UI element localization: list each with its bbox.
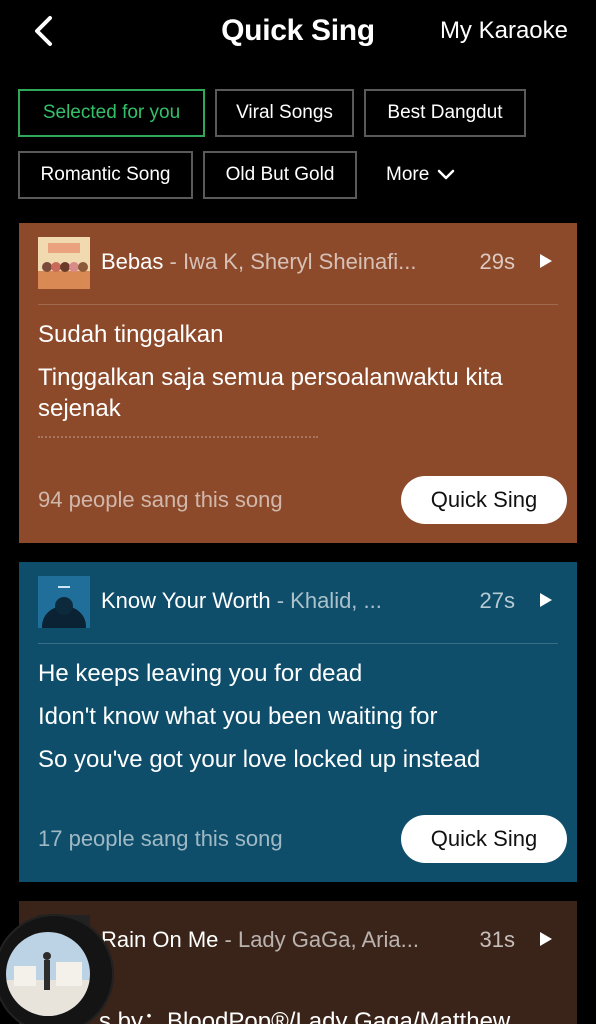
song-info: Rain On Me - Lady GaGa, Aria... bbox=[101, 927, 461, 953]
song-artist: Iwa K, Sheryl Sheinafi... bbox=[182, 249, 417, 274]
chip-selected-for-you[interactable]: Selected for you bbox=[18, 89, 205, 137]
song-artist-sep: - bbox=[270, 588, 291, 613]
chip-viral-songs[interactable]: Viral Songs bbox=[215, 89, 354, 137]
song-card[interactable]: Bebas - Iwa K, Sheryl Sheinafi... 29s Su… bbox=[19, 223, 577, 543]
lyric-line: He keeps leaving you for dead bbox=[38, 660, 363, 687]
song-duration: 29s bbox=[479, 249, 515, 274]
sang-count: 94 people sang this song bbox=[38, 487, 283, 512]
chip-romantic-song[interactable]: Romantic Song bbox=[18, 151, 193, 199]
album-art bbox=[38, 576, 90, 628]
quick-sing-button[interactable]: Quick Sing bbox=[401, 815, 567, 863]
song-duration: 31s bbox=[479, 927, 515, 952]
song-artist: Lady GaGa, Aria... bbox=[237, 927, 419, 952]
more-dropdown[interactable]: More bbox=[386, 151, 455, 199]
song-artist: Khalid, ... bbox=[290, 588, 382, 613]
lyrics-preview: He keeps leaving you for dead Idon't kno… bbox=[38, 658, 558, 787]
lyric-line: s by：BloodPop®/Lady Gaga/Matthew bbox=[99, 1008, 511, 1024]
song-artist-sep: - bbox=[218, 927, 238, 952]
divider bbox=[38, 643, 558, 644]
lyrics-preview: Sudah tinggalkan Tinggalkan saja semua p… bbox=[38, 319, 558, 438]
chip-old-but-gold[interactable]: Old But Gold bbox=[203, 151, 357, 199]
song-info: Know Your Worth - Khalid, ... bbox=[101, 588, 461, 614]
my-karaoke-link[interactable]: My Karaoke bbox=[440, 17, 568, 45]
song-title: Know Your Worth bbox=[101, 588, 271, 613]
more-label: More bbox=[386, 164, 430, 185]
play-icon[interactable] bbox=[539, 931, 553, 947]
song-card[interactable]: Know Your Worth - Khalid, ... 27s He kee… bbox=[19, 562, 577, 882]
now-playing-cover bbox=[6, 932, 90, 1016]
chip-best-dangdut[interactable]: Best Dangdut bbox=[364, 89, 526, 137]
album-art bbox=[38, 237, 90, 289]
song-title: Rain On Me bbox=[101, 927, 219, 952]
song-artist-sep: - bbox=[163, 249, 183, 274]
song-duration: 27s bbox=[479, 588, 515, 613]
song-card-header: Know Your Worth - Khalid, ... 27s bbox=[19, 562, 577, 644]
divider bbox=[38, 304, 558, 305]
header: Quick Sing My Karaoke bbox=[0, 0, 596, 70]
song-info: Bebas - Iwa K, Sheryl Sheinafi... bbox=[101, 249, 461, 275]
lyric-line: Sudah tinggalkan bbox=[38, 321, 224, 348]
play-icon[interactable] bbox=[539, 253, 553, 269]
song-card-header: Bebas - Iwa K, Sheryl Sheinafi... 29s bbox=[19, 223, 577, 305]
lyric-line: So you've got your love locked up instea… bbox=[38, 746, 481, 773]
lyric-line: Tinggalkan saja semua persoalanwaktu kit… bbox=[38, 364, 503, 422]
song-title: Bebas bbox=[101, 249, 164, 274]
chevron-down-icon bbox=[438, 169, 455, 180]
sang-count: 17 people sang this song bbox=[38, 826, 283, 851]
lyric-fade bbox=[38, 430, 318, 438]
quick-sing-button[interactable]: Quick Sing bbox=[401, 476, 567, 524]
play-icon[interactable] bbox=[539, 592, 553, 608]
lyric-line: Idon't know what you been waiting for bbox=[38, 703, 438, 730]
